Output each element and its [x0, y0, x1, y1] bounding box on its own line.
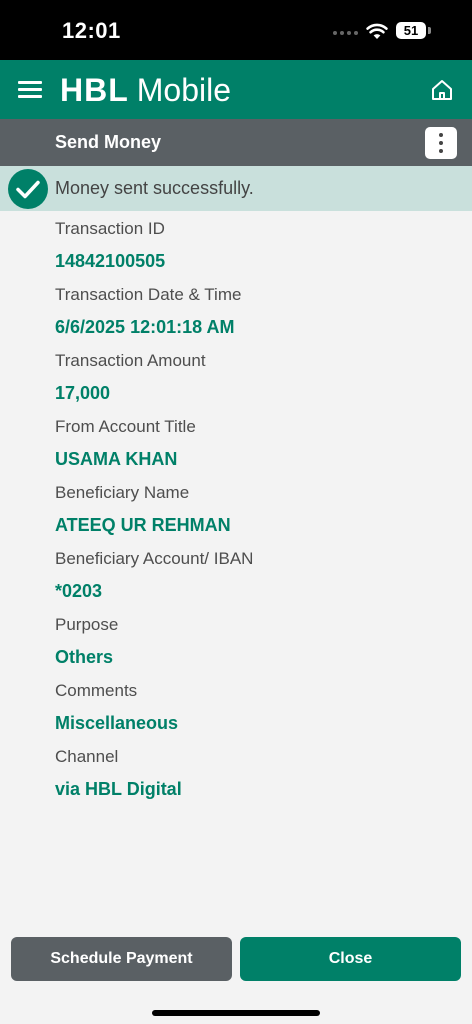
wifi-icon — [366, 23, 388, 39]
status-time: 12:01 — [62, 18, 121, 43]
detail-value: 17,000 — [55, 383, 111, 403]
brand-secondary: Mobile — [136, 72, 232, 108]
battery-icon: 51 — [396, 22, 426, 39]
detail-label: Transaction ID — [55, 219, 165, 238]
detail-transaction-id: Transaction ID 14842100505 — [55, 218, 455, 272]
detail-value: *0203 — [55, 581, 103, 601]
hamburger-menu-icon[interactable] — [18, 80, 42, 98]
detail-value: Miscellaneous — [55, 713, 179, 733]
status-bar: 12:01 51 — [0, 0, 472, 60]
detail-beneficiary-account: Beneficiary Account/ IBAN *0203 — [55, 548, 455, 602]
detail-label: Purpose — [55, 615, 119, 634]
checkmark-circle-icon — [8, 169, 48, 209]
detail-label: Transaction Date & Time — [55, 285, 242, 304]
detail-comments: Comments Miscellaneous — [55, 680, 455, 734]
schedule-payment-button[interactable]: Schedule Payment — [11, 937, 232, 981]
detail-transaction-datetime: Transaction Date & Time 6/6/2025 12:01:1… — [55, 284, 455, 338]
title-bar: Send Money — [0, 119, 472, 166]
detail-value: USAMA KHAN — [55, 449, 178, 469]
detail-label: Beneficiary Account/ IBAN — [55, 549, 254, 568]
page-title: Send Money — [55, 132, 162, 152]
detail-channel: Channel via HBL Digital — [55, 746, 455, 800]
detail-from-account-title: From Account Title USAMA KHAN — [55, 416, 455, 470]
detail-label: Comments — [55, 681, 138, 700]
detail-label: Transaction Amount — [55, 351, 206, 370]
detail-beneficiary-name: Beneficiary Name ATEEQ UR REHMAN — [55, 482, 455, 536]
cellular-signal-icon — [333, 31, 359, 35]
success-message: Money sent successfully. — [55, 178, 254, 198]
detail-label: Channel — [55, 747, 119, 766]
more-vertical-icon[interactable] — [425, 127, 457, 159]
detail-value: Others — [55, 647, 114, 667]
detail-label: From Account Title — [55, 417, 196, 436]
detail-transaction-amount: Transaction Amount 17,000 — [55, 350, 455, 404]
detail-value: via HBL Digital — [55, 779, 182, 799]
battery-cap — [428, 27, 431, 34]
home-icon[interactable] — [430, 78, 454, 102]
brand-primary: HBL — [60, 72, 129, 108]
detail-label: Beneficiary Name — [55, 483, 190, 502]
close-button[interactable]: Close — [240, 937, 461, 981]
detail-purpose: Purpose Others — [55, 614, 455, 668]
home-indicator[interactable] — [152, 1010, 320, 1016]
brand-logo: HBL Mobile — [60, 72, 231, 108]
app-header: HBL Mobile — [0, 60, 472, 119]
detail-value: 6/6/2025 12:01:18 AM — [55, 317, 235, 337]
detail-value: 14842100505 — [55, 251, 166, 271]
detail-value: ATEEQ UR REHMAN — [55, 515, 231, 535]
